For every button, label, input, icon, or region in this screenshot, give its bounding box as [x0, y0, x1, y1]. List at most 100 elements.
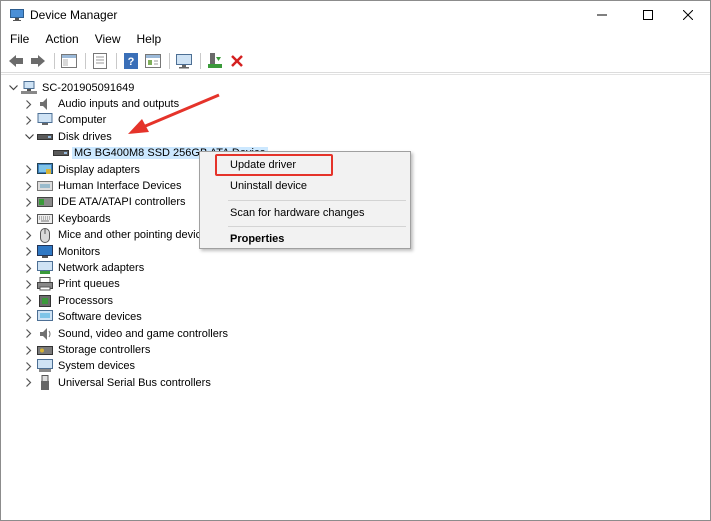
tree-category-mice-and-other-pointing-devices[interactable]: Mice and other pointing devices [23, 227, 215, 243]
close-icon [683, 10, 693, 20]
show-hide-console-tree-button[interactable] [59, 51, 79, 71]
chevron-right-icon[interactable] [23, 293, 35, 309]
properties-view-button[interactable] [90, 51, 110, 71]
tree-category-software-devices[interactable]: Software devices [23, 309, 144, 325]
tree-item-label: Audio inputs and outputs [58, 98, 180, 110]
properties-button[interactable] [143, 51, 163, 71]
tree-item-label: Mice and other pointing devices [58, 229, 213, 242]
chevron-right-icon[interactable] [23, 194, 35, 210]
close-button[interactable] [665, 1, 711, 29]
tree-category-audio-inputs-and-outputs[interactable]: Audio inputs and outputs [23, 96, 181, 112]
tree-item-label: Sound, video and game controllers [58, 327, 228, 340]
forward-button[interactable] [28, 51, 48, 71]
chevron-right-icon[interactable] [23, 260, 35, 276]
ctx-scan-hardware[interactable]: Scan for hardware changes [202, 202, 408, 224]
computer-icon [37, 112, 53, 128]
tree-category-monitors[interactable]: Monitors [23, 244, 102, 260]
tree-item-label: Computer [58, 114, 107, 127]
tree-root[interactable]: SC-201905091649 [7, 80, 136, 96]
chevron-right-icon[interactable] [23, 227, 35, 243]
tree-category-display-adapters[interactable]: Display adapters [23, 162, 142, 178]
chevron-right-icon[interactable] [23, 309, 35, 325]
tree-category-computer[interactable]: Computer [23, 112, 108, 128]
keyboard-icon [37, 211, 53, 227]
help-button[interactable]: ? [121, 51, 141, 71]
chevron-right-icon[interactable] [23, 178, 35, 194]
chevron-right-icon[interactable] [23, 244, 35, 260]
ide-icon [37, 194, 53, 210]
help-icon: ? [124, 52, 138, 69]
uninstall-button[interactable] [227, 51, 247, 71]
chevron-right-icon[interactable] [23, 375, 35, 391]
computer-root-icon [21, 80, 37, 96]
processor-icon [37, 293, 53, 309]
menu-bar: File Action View Help [1, 29, 710, 49]
chevron-right-icon[interactable] [23, 162, 35, 178]
toolbar: ? [1, 49, 710, 73]
tree-category-storage-controllers[interactable]: Storage controllers [23, 342, 152, 358]
tree-category-ide-ata-atapi-controllers[interactable]: IDE ATA/ATAPI controllers [23, 194, 188, 210]
speaker-icon [37, 96, 53, 112]
chevron-down-icon[interactable] [7, 80, 19, 96]
menu-action[interactable]: Action [36, 29, 85, 49]
chevron-right-icon[interactable] [23, 276, 35, 292]
hid-icon [37, 178, 53, 194]
forward-arrow-icon [31, 54, 45, 67]
chevron-right-icon[interactable] [23, 326, 35, 342]
chevron-right-icon[interactable] [23, 112, 35, 128]
tree-category-processors[interactable]: Processors [23, 293, 115, 309]
update-driver-button[interactable] [205, 51, 225, 71]
minimize-icon [597, 14, 607, 16]
tree-item-label: Software devices [58, 311, 142, 324]
back-button[interactable] [6, 51, 26, 71]
system-icon [37, 358, 53, 374]
tree-item-label: Storage controllers [58, 344, 151, 356]
menu-help[interactable]: Help [128, 29, 169, 49]
ctx-properties[interactable]: Properties [202, 228, 408, 250]
sound-icon [37, 326, 53, 342]
annotation-highlight-box [215, 154, 333, 176]
monitor-icon [37, 244, 53, 260]
chevron-right-icon[interactable] [23, 211, 35, 227]
tree-item-label: Print queues [58, 278, 120, 291]
ctx-uninstall-device-label: Uninstall device [230, 180, 308, 192]
tree-item-label: Processors [58, 294, 114, 307]
tree-category-system-devices[interactable]: System devices [23, 358, 137, 374]
minimize-button[interactable] [579, 1, 625, 29]
display-icon [37, 162, 53, 178]
tree-category-keyboards[interactable]: Keyboards [23, 211, 113, 227]
ctx-scan-hardware-label: Scan for hardware changes [230, 207, 365, 219]
chevron-right-icon[interactable] [23, 96, 35, 112]
toolbar-separator [169, 52, 170, 69]
tree-item-label: Disk drives [58, 130, 112, 143]
ctx-uninstall-device[interactable]: Uninstall device [202, 175, 408, 197]
toolbar-separator [200, 52, 201, 69]
tree-category-disk-drives[interactable]: Disk drives [23, 129, 114, 145]
tree-category-human-interface-devices[interactable]: Human Interface Devices [23, 178, 184, 194]
chevron-right-icon[interactable] [23, 358, 35, 374]
menu-view[interactable]: View [86, 29, 128, 49]
tree-item-label: System devices [58, 360, 136, 373]
tree-item-label: Display adapters [58, 163, 140, 176]
mouse-icon [37, 227, 53, 243]
menu-file[interactable]: File [1, 29, 36, 49]
scan-hardware-button[interactable] [174, 51, 194, 71]
disk-icon [53, 145, 69, 161]
software-icon [37, 309, 53, 325]
tree-category-sound-video-and-game-controllers[interactable]: Sound, video and game controllers [23, 326, 230, 342]
properties-icon [145, 53, 161, 68]
uninstall-x-icon [231, 54, 243, 67]
tree-category-print-queues[interactable]: Print queues [23, 276, 122, 292]
tree-category-network-adapters[interactable]: Network adapters [23, 260, 146, 276]
ctx-separator [228, 226, 406, 227]
storage-icon [37, 342, 53, 358]
tree-item-label: Keyboards [58, 212, 111, 225]
chevron-down-icon[interactable] [23, 129, 35, 145]
tree-item-label: Monitors [58, 245, 101, 258]
toolbar-separator [54, 52, 55, 69]
device-tree: SC-201905091649 Audio inputs and outputs… [1, 74, 710, 520]
tree-category-universal-serial-bus-controllers[interactable]: Universal Serial Bus controllers [23, 374, 213, 391]
chevron-right-icon[interactable] [23, 342, 35, 358]
usb-icon [37, 374, 53, 391]
tree-item-label: Network adapters [58, 262, 145, 274]
